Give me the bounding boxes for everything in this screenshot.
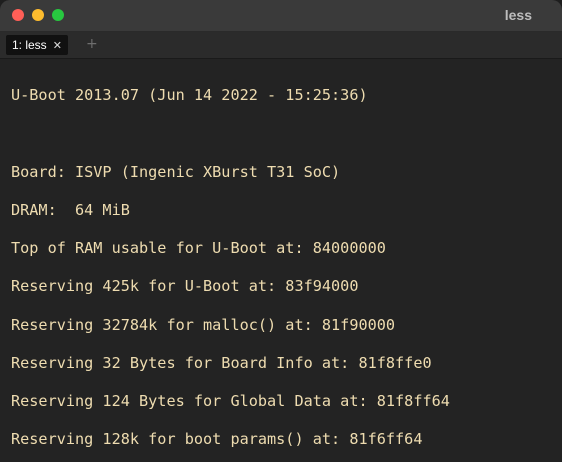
plus-icon[interactable]: + [86,36,98,52]
terminal-line: Reserving 425k for U-Boot at: 83f94000 [11,277,359,295]
terminal-window: less 1: less ✕ + U-Boot 2013.07 (Jun 14 … [0,0,562,462]
close-icon[interactable]: ✕ [53,39,62,52]
terminal-line: Reserving 32 Bytes for Board Info at: 81… [11,354,432,372]
terminal-line: Board: ISVP (Ingenic XBurst T31 SoC) [11,163,341,181]
zoom-window-button[interactable] [52,9,64,21]
window-title: less [504,7,532,23]
terminal-line: U-Boot 2013.07 (Jun 14 2022 - 15:25:36) [11,86,368,104]
terminal-line: DRAM: 64 MiB [11,201,130,219]
tab-label: 1: less [12,38,47,52]
tab-less[interactable]: 1: less ✕ [6,35,68,55]
terminal-line: Reserving 124 Bytes for Global Data at: … [11,392,450,410]
terminal-line: Reserving 128k for boot params() at: 81f… [11,430,423,448]
minimize-window-button[interactable] [32,9,44,21]
tab-bar: 1: less ✕ + [0,32,562,59]
terminal-line: Top of RAM usable for U-Boot at: 8400000… [11,239,386,257]
close-window-button[interactable] [12,9,24,21]
terminal-line: Reserving 32784k for malloc() at: 81f900… [11,316,396,334]
title-bar[interactable]: less [0,0,562,32]
terminal-output[interactable]: U-Boot 2013.07 (Jun 14 2022 - 15:25:36) … [0,59,562,462]
